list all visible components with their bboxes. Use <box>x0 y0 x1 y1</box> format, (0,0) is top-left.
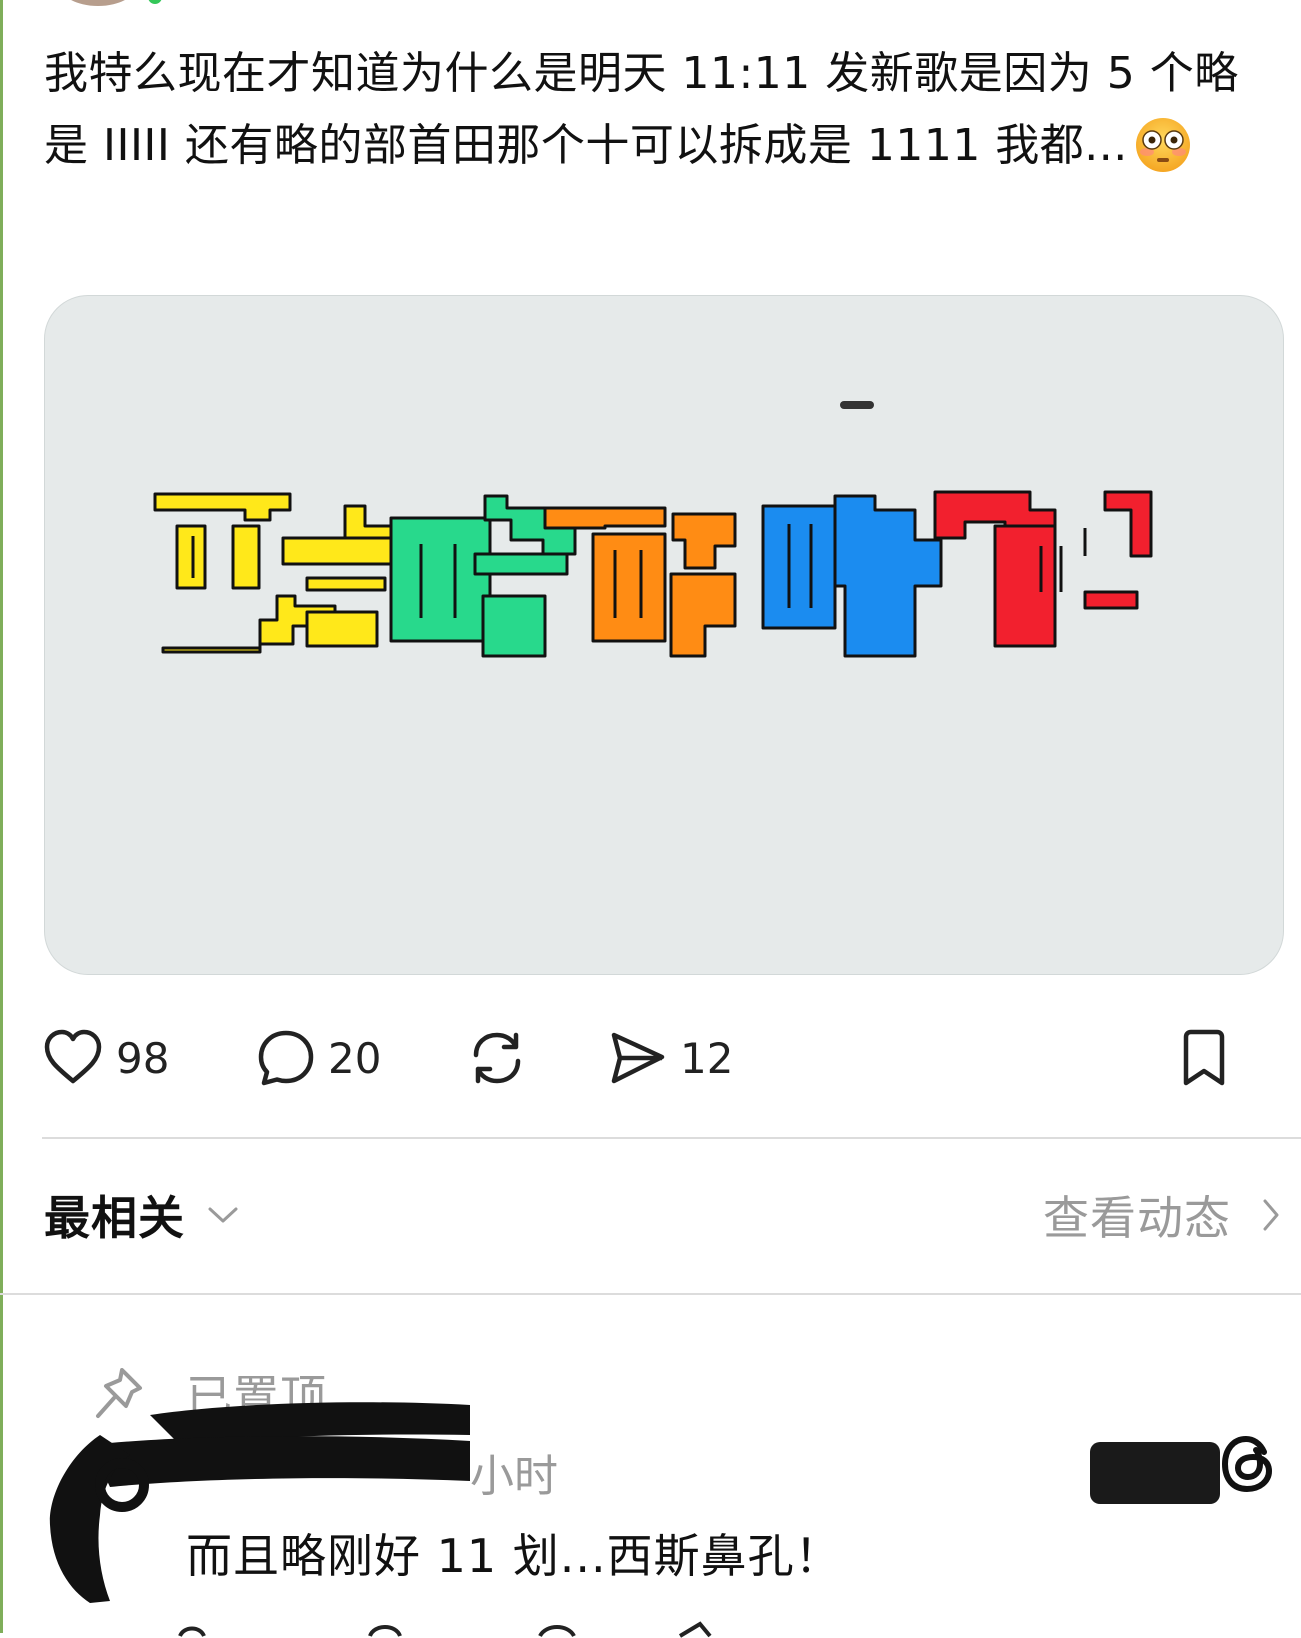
sort-label: 最相关 <box>44 1191 185 1245</box>
view-activity-link[interactable]: 查看动态 <box>1043 1180 1281 1250</box>
view-activity-label: 查看动态 <box>1043 1191 1231 1245</box>
like-button[interactable]: 98 <box>42 1020 169 1096</box>
author-avatar[interactable] <box>58 0 138 6</box>
left-border-line <box>0 0 3 1633</box>
action-divider <box>42 1137 1301 1139</box>
comment-time: 小时 <box>470 1451 558 1502</box>
yellow-glyph <box>153 492 397 654</box>
flushed-face-emoji <box>1132 116 1194 174</box>
heart-icon <box>44 1029 102 1084</box>
comment-count: 20 <box>328 1033 382 1083</box>
post-media-card[interactable] <box>44 295 1284 975</box>
post-text-body: 我特么现在才知道为什么是明天 11:11 发新歌是因为 5 个略是 IIIII … <box>44 48 1239 171</box>
redaction-block <box>1090 1442 1220 1504</box>
sort-dropdown[interactable]: 最相关 <box>44 1180 239 1250</box>
bookmark-icon <box>1183 1029 1225 1086</box>
repost-icon <box>473 1032 521 1084</box>
comment-action-icons-partial <box>178 1621 712 1638</box>
send-icon <box>611 1032 665 1084</box>
chevron-down-icon <box>208 1207 238 1223</box>
comment-text: 而且略刚好 11 划...西斯鼻孔！ <box>186 1529 842 1583</box>
section-divider <box>0 1293 1301 1295</box>
camera-dot <box>840 401 874 409</box>
chevron-right-icon <box>1263 1199 1279 1231</box>
red-glyph <box>933 490 1153 648</box>
comment-bubble-icon <box>258 1030 314 1086</box>
post-text: 我特么现在才知道为什么是明天 11:11 发新歌是因为 5 个略是 IIIII … <box>44 38 1264 182</box>
share-button[interactable]: 12 <box>606 1020 733 1096</box>
colorful-lue-characters-artwork <box>153 401 1153 658</box>
bookmark-button[interactable] <box>1176 1020 1232 1096</box>
threads-logo-icon[interactable] <box>1218 1432 1278 1496</box>
repost-button[interactable] <box>466 1020 528 1096</box>
comment-button[interactable]: 20 <box>256 1020 381 1096</box>
share-count: 12 <box>680 1033 734 1083</box>
post-action-bar: 98 20 12 <box>0 1020 1301 1096</box>
like-count: 98 <box>116 1033 170 1083</box>
online-status-dot <box>148 0 162 4</box>
